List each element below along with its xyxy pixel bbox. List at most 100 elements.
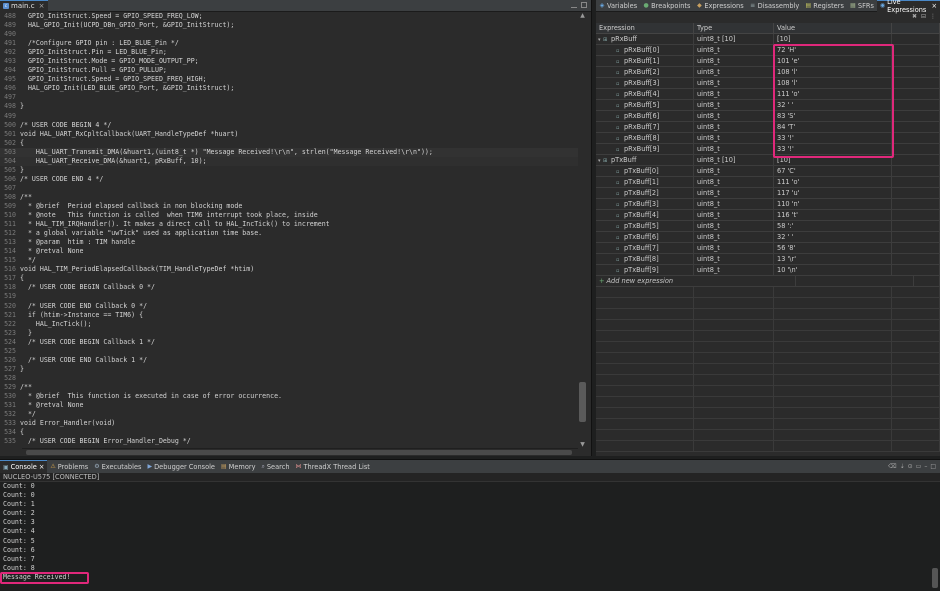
code-text[interactable]: /*Configure GPIO pin : LED_BLUE_Pin */ xyxy=(20,39,179,48)
console-scrollbar[interactable] xyxy=(932,484,938,588)
line-number[interactable]: 515 xyxy=(0,256,20,265)
line-number[interactable]: 496 xyxy=(0,84,20,93)
code-text[interactable]: HAL_GPIO_Init(LED_BLUE_GPIO_Port, &GPIO_… xyxy=(20,84,234,93)
code-editor[interactable]: c main.c × 488 GPIO_InitStruct.Speed = G… xyxy=(0,0,592,456)
code-text[interactable]: { xyxy=(20,139,24,148)
line-number[interactable]: 523 xyxy=(0,329,20,338)
code-text[interactable]: * HAL_TIM_IRQHandler(). It makes a direc… xyxy=(20,220,330,229)
value-cell[interactable]: 13 '\r' xyxy=(774,254,892,264)
expression-row[interactable]: ▫ pTxBuff[7] uint8_t 56 '8' xyxy=(596,243,940,254)
line-number[interactable]: 528 xyxy=(0,374,20,383)
code-text[interactable]: GPIO_InitStruct.Speed = GPIO_SPEED_FREQ_… xyxy=(20,12,203,21)
minimize-icon[interactable]: – xyxy=(924,463,927,470)
line-number[interactable]: 509 xyxy=(0,202,20,211)
tab-live-expressions[interactable]: ◉ Live Expressions × xyxy=(876,0,940,14)
code-text[interactable]: } xyxy=(20,365,24,374)
tab-debugger-console[interactable]: ▶ Debugger Console xyxy=(144,460,218,473)
line-number[interactable]: 499 xyxy=(0,112,20,121)
line-number[interactable]: 492 xyxy=(0,48,20,57)
tab-memory[interactable]: ▤ Memory xyxy=(218,460,259,473)
code-text[interactable]: } xyxy=(20,166,24,175)
line-number[interactable]: 513 xyxy=(0,238,20,247)
display-console-icon[interactable]: ▭ xyxy=(916,463,922,470)
code-area[interactable]: 488 GPIO_InitStruct.Speed = GPIO_SPEED_F… xyxy=(0,12,578,448)
line-number[interactable]: 516 xyxy=(0,265,20,274)
line-number[interactable]: 534 xyxy=(0,428,20,437)
code-text[interactable]: */ xyxy=(20,410,36,419)
code-text[interactable]: /* USER CODE END Callback 1 */ xyxy=(20,356,147,365)
code-text[interactable]: * @note This function is called when TIM… xyxy=(20,211,318,220)
code-text[interactable]: /* USER CODE BEGIN 4 */ xyxy=(20,121,111,130)
line-number[interactable]: 532 xyxy=(0,410,20,419)
add-expression-row[interactable]: + Add new expression xyxy=(596,276,940,287)
expression-row[interactable]: ▫ pTxBuff[8] uint8_t 13 '\r' xyxy=(596,254,940,265)
code-text[interactable]: /** xyxy=(20,383,32,392)
tab-sfrs[interactable]: ▦ SFRs xyxy=(847,0,877,12)
line-number[interactable]: 518 xyxy=(0,283,20,292)
line-number[interactable]: 508 xyxy=(0,193,20,202)
add-expression-cell[interactable]: + Add new expression xyxy=(596,276,796,286)
value-cell[interactable]: 111 'o' xyxy=(774,177,892,187)
tab-disassembly[interactable]: ≡ Disassembly xyxy=(747,0,803,12)
code-text[interactable]: { xyxy=(20,274,24,283)
line-number[interactable]: 535 xyxy=(0,437,20,446)
value-cell[interactable]: 117 'u' xyxy=(774,188,892,198)
pin-console-icon[interactable]: ⊙ xyxy=(908,463,913,470)
editor-vertical-scrollbar[interactable]: ▲ ▼ xyxy=(578,12,587,448)
close-icon[interactable]: × xyxy=(931,2,937,10)
code-text[interactable]: HAL_UART_Transmit_DMA(&huart1,(uint8_t *… xyxy=(20,148,433,157)
column-value[interactable]: Value xyxy=(774,23,892,33)
line-number[interactable]: 520 xyxy=(0,302,20,311)
line-number[interactable]: 498 xyxy=(0,102,20,111)
line-number[interactable]: 530 xyxy=(0,392,20,401)
minimize-icon[interactable] xyxy=(571,2,577,8)
close-icon[interactable]: × xyxy=(39,463,45,471)
expression-row[interactable]: ▫ pTxBuff[6] uint8_t 32 ' ' xyxy=(596,232,940,243)
editor-horizontal-scrollbar[interactable] xyxy=(22,448,578,456)
code-text[interactable]: * @brief Period elapsed callback in non … xyxy=(20,202,242,211)
clear-console-icon[interactable]: ⌫ xyxy=(888,463,896,470)
line-number[interactable]: 526 xyxy=(0,356,20,365)
line-number[interactable]: 500 xyxy=(0,121,20,130)
code-text[interactable]: /* USER CODE BEGIN Error_Handler_Debug *… xyxy=(20,437,191,446)
code-text[interactable]: * @brief This function is executed in ca… xyxy=(20,392,282,401)
line-number[interactable]: 527 xyxy=(0,365,20,374)
line-number[interactable]: 503 xyxy=(0,148,20,157)
code-text[interactable]: { xyxy=(20,428,24,437)
value-cell[interactable]: 56 '8' xyxy=(774,243,892,253)
line-number[interactable]: 493 xyxy=(0,57,20,66)
code-text[interactable]: /* USER CODE END Callback 0 */ xyxy=(20,302,147,311)
line-number[interactable]: 501 xyxy=(0,130,20,139)
value-cell[interactable]: 10 '\n' xyxy=(774,265,892,275)
console-output[interactable]: Count: 0 Count: 0 Count: 1 Count: 2 Count: 3… xyxy=(0,482,940,582)
code-text[interactable]: GPIO_InitStruct.Mode = GPIO_MODE_OUTPUT_… xyxy=(20,57,199,66)
code-text[interactable]: } xyxy=(20,102,24,111)
tab-breakpoints[interactable]: ● Breakpoints xyxy=(640,0,693,12)
tab-threadx[interactable]: ⋈ ThreadX Thread List xyxy=(293,460,373,473)
expression-row[interactable]: ▫ pTxBuff[5] uint8_t 58 ':' xyxy=(596,221,940,232)
code-text[interactable]: GPIO_InitStruct.Speed = GPIO_SPEED_FREQ_… xyxy=(20,75,207,84)
code-text[interactable]: /* USER CODE END 4 */ xyxy=(20,175,103,184)
code-text[interactable]: /* USER CODE BEGIN Callback 0 */ xyxy=(20,283,155,292)
code-text[interactable]: * @retval None xyxy=(20,401,84,410)
tab-console[interactable]: ▣ Console × xyxy=(0,460,48,473)
code-text[interactable]: HAL_IncTick(); xyxy=(20,320,92,329)
line-number[interactable]: 505 xyxy=(0,166,20,175)
remove-all-icon[interactable]: ✖ xyxy=(912,13,917,20)
tab-variables[interactable]: ◈ Variables xyxy=(596,0,640,12)
view-menu-icon[interactable]: ⋮ xyxy=(930,13,936,20)
code-text[interactable]: void HAL_UART_RxCpltCallback(UART_Handle… xyxy=(20,130,238,139)
line-number[interactable]: 490 xyxy=(0,30,20,39)
line-number[interactable]: 522 xyxy=(0,320,20,329)
line-number[interactable]: 531 xyxy=(0,401,20,410)
line-number[interactable]: 502 xyxy=(0,139,20,148)
code-text[interactable]: * @retval None xyxy=(20,247,84,256)
code-text[interactable]: * @param htim : TIM handle xyxy=(20,238,135,247)
code-text[interactable]: GPIO_InitStruct.Pull = GPIO_PULLUP; xyxy=(20,66,167,75)
code-text[interactable]: void HAL_TIM_PeriodElapsedCallback(TIM_H… xyxy=(20,265,254,274)
line-number[interactable]: 524 xyxy=(0,338,20,347)
code-text[interactable]: } xyxy=(20,329,32,338)
tab-main-c[interactable]: c main.c × xyxy=(0,0,49,12)
expression-row[interactable]: ▫ pTxBuff[9] uint8_t 10 '\n' xyxy=(596,265,940,276)
code-text[interactable]: * a global variable "uwTick" used as app… xyxy=(20,229,262,238)
